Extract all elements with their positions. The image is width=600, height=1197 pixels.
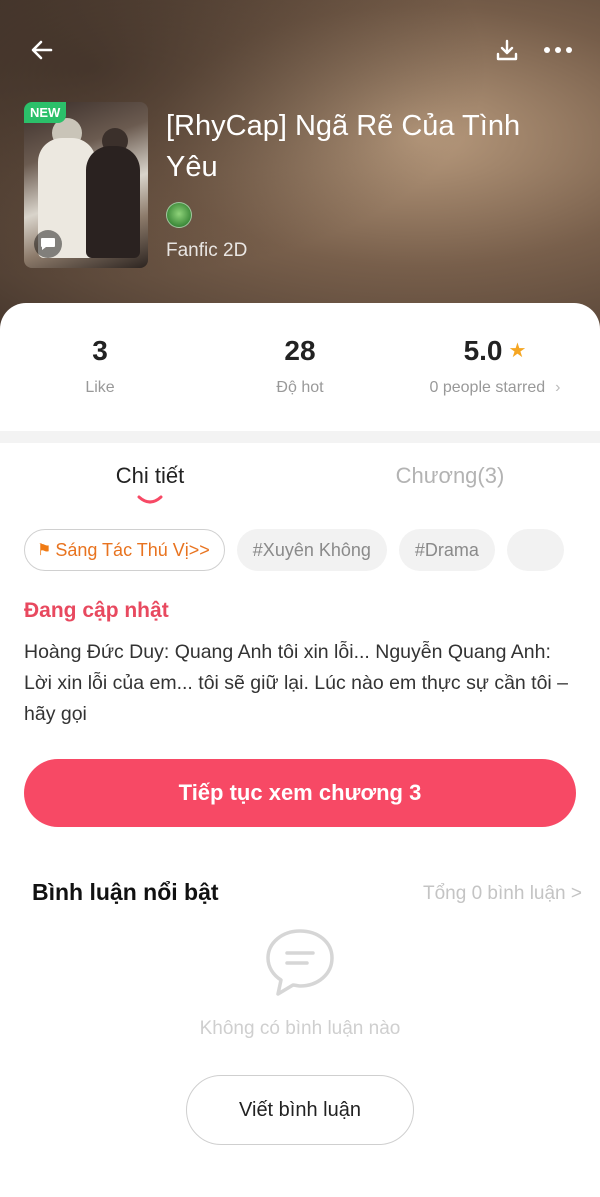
chat-bubble-icon bbox=[34, 230, 62, 258]
comments-title: Bình luận nổi bật bbox=[32, 879, 219, 905]
comments-total-link[interactable]: Tổng 0 bình luận > bbox=[423, 883, 582, 905]
cover-figure bbox=[86, 146, 140, 258]
rating-label-row: 0 people starred › bbox=[400, 379, 590, 397]
star-icon: ★ bbox=[508, 340, 527, 362]
empty-comments-text: Không có bình luận nào bbox=[199, 1018, 401, 1039]
hot-label: Độ hot bbox=[276, 379, 324, 396]
tab-details[interactable]: Chi tiết bbox=[90, 463, 210, 489]
rating-value: 5.0 bbox=[463, 335, 503, 366]
chevron-right-icon: › bbox=[555, 379, 561, 396]
tab-bar: Chi tiết Chương(3) bbox=[0, 443, 600, 515]
likes-label: Like bbox=[85, 379, 115, 396]
book-genre: Fanfic 2D bbox=[166, 240, 248, 261]
tag-featured[interactable]: ⚑ Sáng Tác Thú Vị>> bbox=[24, 529, 225, 571]
update-status: Đang cập nhật bbox=[24, 599, 169, 622]
tag-item-overflow[interactable] bbox=[506, 529, 564, 571]
flag-icon: ⚑ bbox=[37, 542, 52, 559]
continue-reading-button[interactable]: Tiếp tục xem chương 3 bbox=[24, 759, 576, 827]
new-badge: NEW bbox=[24, 102, 67, 123]
more-dots-icon[interactable] bbox=[538, 30, 578, 70]
back-arrow-icon[interactable] bbox=[22, 30, 62, 70]
rating-label: 0 people starred bbox=[429, 379, 546, 396]
download-icon[interactable] bbox=[487, 30, 527, 70]
write-comment-button[interactable]: Viết bình luận bbox=[186, 1075, 414, 1145]
stat-likes: 3 Like bbox=[40, 333, 160, 397]
tab-active-indicator bbox=[137, 495, 163, 504]
rating-value-row: 5.0 ★ bbox=[400, 333, 590, 369]
top-bar bbox=[0, 0, 600, 100]
tag-item[interactable]: #Drama bbox=[398, 529, 495, 571]
synopsis-text: Hoàng Đức Duy: Quang Anh tôi xin lỗi... … bbox=[24, 641, 569, 725]
author-avatar[interactable] bbox=[166, 202, 192, 228]
likes-count: 3 bbox=[92, 335, 108, 366]
detail-card: 3 Like 28 Độ hot 5.0 ★ 0 people starred ›… bbox=[0, 303, 600, 1197]
tag-label: Sáng Tác Thú Vị>> bbox=[55, 539, 210, 560]
tag-item[interactable]: #Xuyên Không bbox=[236, 529, 387, 571]
empty-comment-icon bbox=[266, 929, 334, 996]
hot-count: 28 bbox=[284, 335, 316, 366]
stats-row: 3 Like 28 Độ hot 5.0 ★ 0 people starred › bbox=[0, 303, 600, 431]
stat-rating[interactable]: 5.0 ★ 0 people starred › bbox=[400, 333, 590, 397]
stat-hot: 28 Độ hot bbox=[240, 333, 360, 397]
section-divider bbox=[0, 431, 600, 443]
book-title: [RhyCap] Ngã Rẽ Của Tình Yêu bbox=[166, 110, 521, 183]
tag-list: ⚑ Sáng Tác Thú Vị>> #Xuyên Không #Drama bbox=[24, 529, 600, 573]
tab-chapters[interactable]: Chương(3) bbox=[370, 463, 530, 489]
book-cover[interactable]: NEW bbox=[24, 102, 148, 268]
